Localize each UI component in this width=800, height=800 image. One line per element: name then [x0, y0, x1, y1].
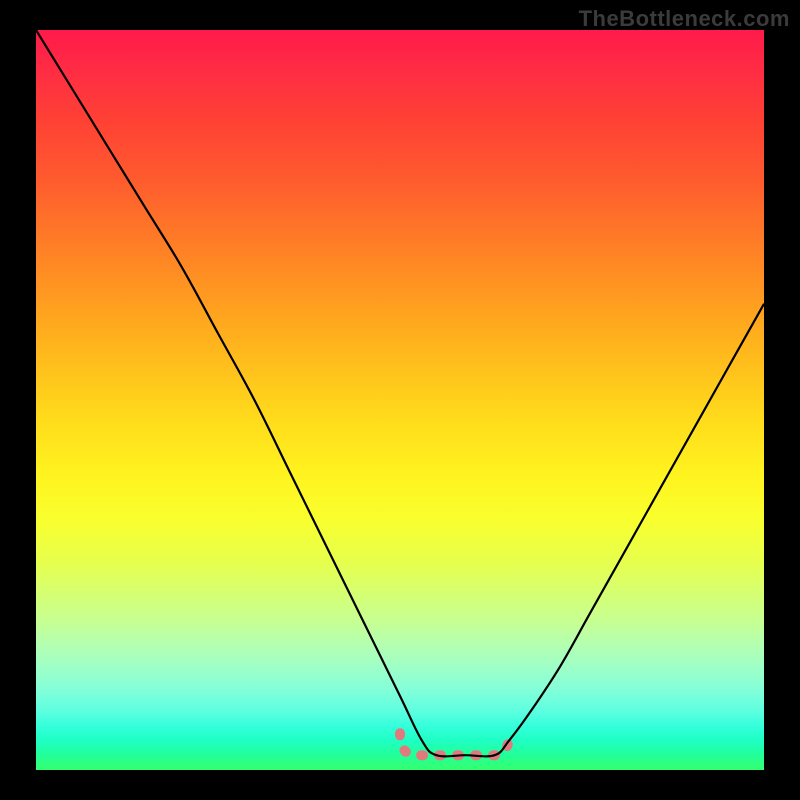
- valley-marker: [400, 733, 509, 755]
- chart-frame: TheBottleneck.com: [0, 0, 800, 800]
- bottleneck-curve: [36, 30, 764, 756]
- plot-area: [36, 30, 764, 770]
- watermark-label: TheBottleneck.com: [579, 6, 790, 32]
- curve-layer: [36, 30, 764, 770]
